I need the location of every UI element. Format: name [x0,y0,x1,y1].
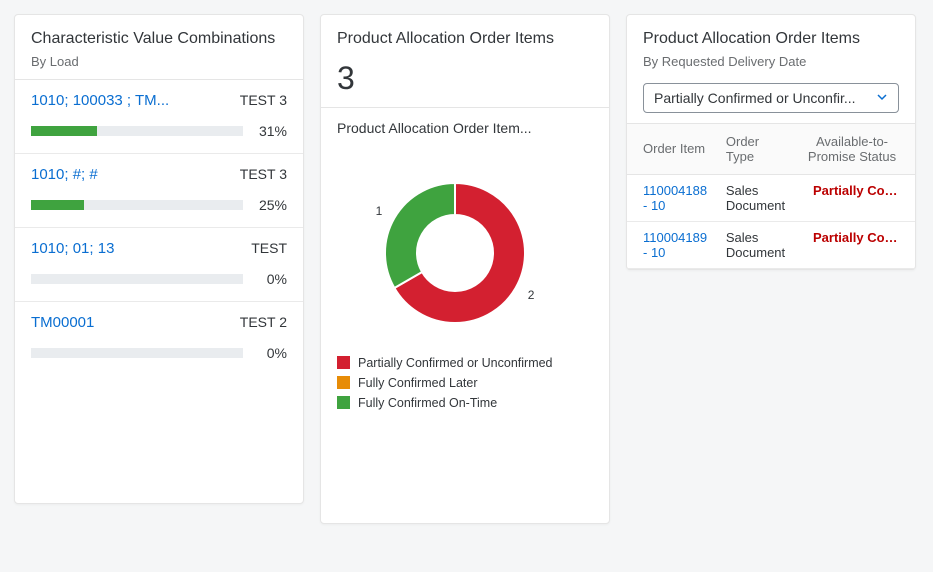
card-header: Product Allocation Order Items [321,15,609,60]
legend-item: Partially Confirmed or Unconfirmed [337,356,593,370]
col-order-type: Order Type [718,123,797,174]
legend-label: Fully Confirmed Later [358,376,478,390]
card-title: Product Allocation Order Items [337,29,593,50]
card-header: Product Allocation Order Items By Reques… [627,15,915,79]
legend-item: Fully Confirmed Later [337,376,593,390]
order-type-cell: Sales Document [718,174,797,221]
legend-label: Partially Confirmed or Unconfirmed [358,356,553,370]
legend-label: Fully Confirmed On-Time [358,396,497,410]
table-row[interactable]: 110004189 - 10 Sales Document Partially Co… [627,221,915,268]
legend-item: Fully Confirmed On-Time [337,396,593,410]
progress-bar [31,348,243,358]
order-items-table: Order Item Order Type Available-to-Promi… [627,123,915,269]
atp-status: Partially Confirme... [813,230,899,245]
item-label: TM00001 [31,314,94,331]
card-subtitle: By Requested Delivery Date [643,54,899,69]
item-right: TEST 3 [240,92,287,108]
card-title: Characteristic Value Combinations [31,29,287,50]
order-item-link[interactable]: 110004189 - 10 [643,230,707,260]
progress-value: 25% [253,197,287,213]
chevron-down-icon [876,90,888,106]
legend-swatch [337,396,350,409]
list-item[interactable]: 1010; 01; 13 TEST 0% [15,228,303,302]
card-product-allocation-table: Product Allocation Order Items By Reques… [626,14,916,270]
item-right: TEST 3 [240,166,287,182]
item-label: 1010; 100033 ; TM... [31,92,169,109]
chart-subtitle: Product Allocation Order Item... [321,108,609,142]
progress-bar [31,200,243,210]
table-header-row: Order Item Order Type Available-to-Promi… [627,123,915,174]
progress-value: 0% [253,271,287,287]
progress-bar [31,274,243,284]
progress-value: 31% [253,123,287,139]
col-order-item: Order Item [627,123,718,174]
card-title: Product Allocation Order Items [643,29,899,50]
progress-value: 0% [253,345,287,361]
item-right: TEST 2 [240,314,287,330]
donut-slice [385,183,455,288]
item-label: 1010; #; # [31,166,98,183]
list-item[interactable]: TM00001 TEST 2 0% [15,302,303,375]
donut-slice-label: 2 [528,288,535,302]
card-subtitle: By Load [31,54,287,69]
count-value: 3 [321,60,609,107]
item-label: 1010; 01; 13 [31,240,114,257]
card-header: Characteristic Value Combinations By Loa… [15,15,303,79]
order-item-link[interactable]: 110004188 - 10 [643,183,707,213]
legend-swatch [337,376,350,389]
chart-legend: Partially Confirmed or Unconfirmed Fully … [321,348,609,434]
table-row[interactable]: 110004188 - 10 Sales Document Partially Co… [627,174,915,221]
load-list: 1010; 100033 ; TM... TEST 3 31% 1010; #; # T… [15,80,303,375]
dropdown-value: Partially Confirmed or Unconfir... [654,90,856,106]
card-characteristic-value-combinations: Characteristic Value Combinations By Loa… [14,14,304,504]
list-item[interactable]: 1010; #; # TEST 3 25% [15,154,303,228]
order-type-cell: Sales Document [718,221,797,268]
donut-slice-label: 1 [376,204,383,218]
progress-bar [31,126,243,136]
status-filter-dropdown[interactable]: Partially Confirmed or Unconfir... [643,83,899,113]
item-right: TEST [251,240,287,256]
atp-status: Partially Confirme... [813,183,899,198]
list-item[interactable]: 1010; 100033 ; TM... TEST 3 31% [15,80,303,154]
card-product-allocation-chart: Product Allocation Order Items 3 Product… [320,14,610,524]
col-atp-status: Available-to-Promise Status [797,123,915,174]
legend-swatch [337,356,350,369]
donut-chart: 21 [321,142,609,348]
